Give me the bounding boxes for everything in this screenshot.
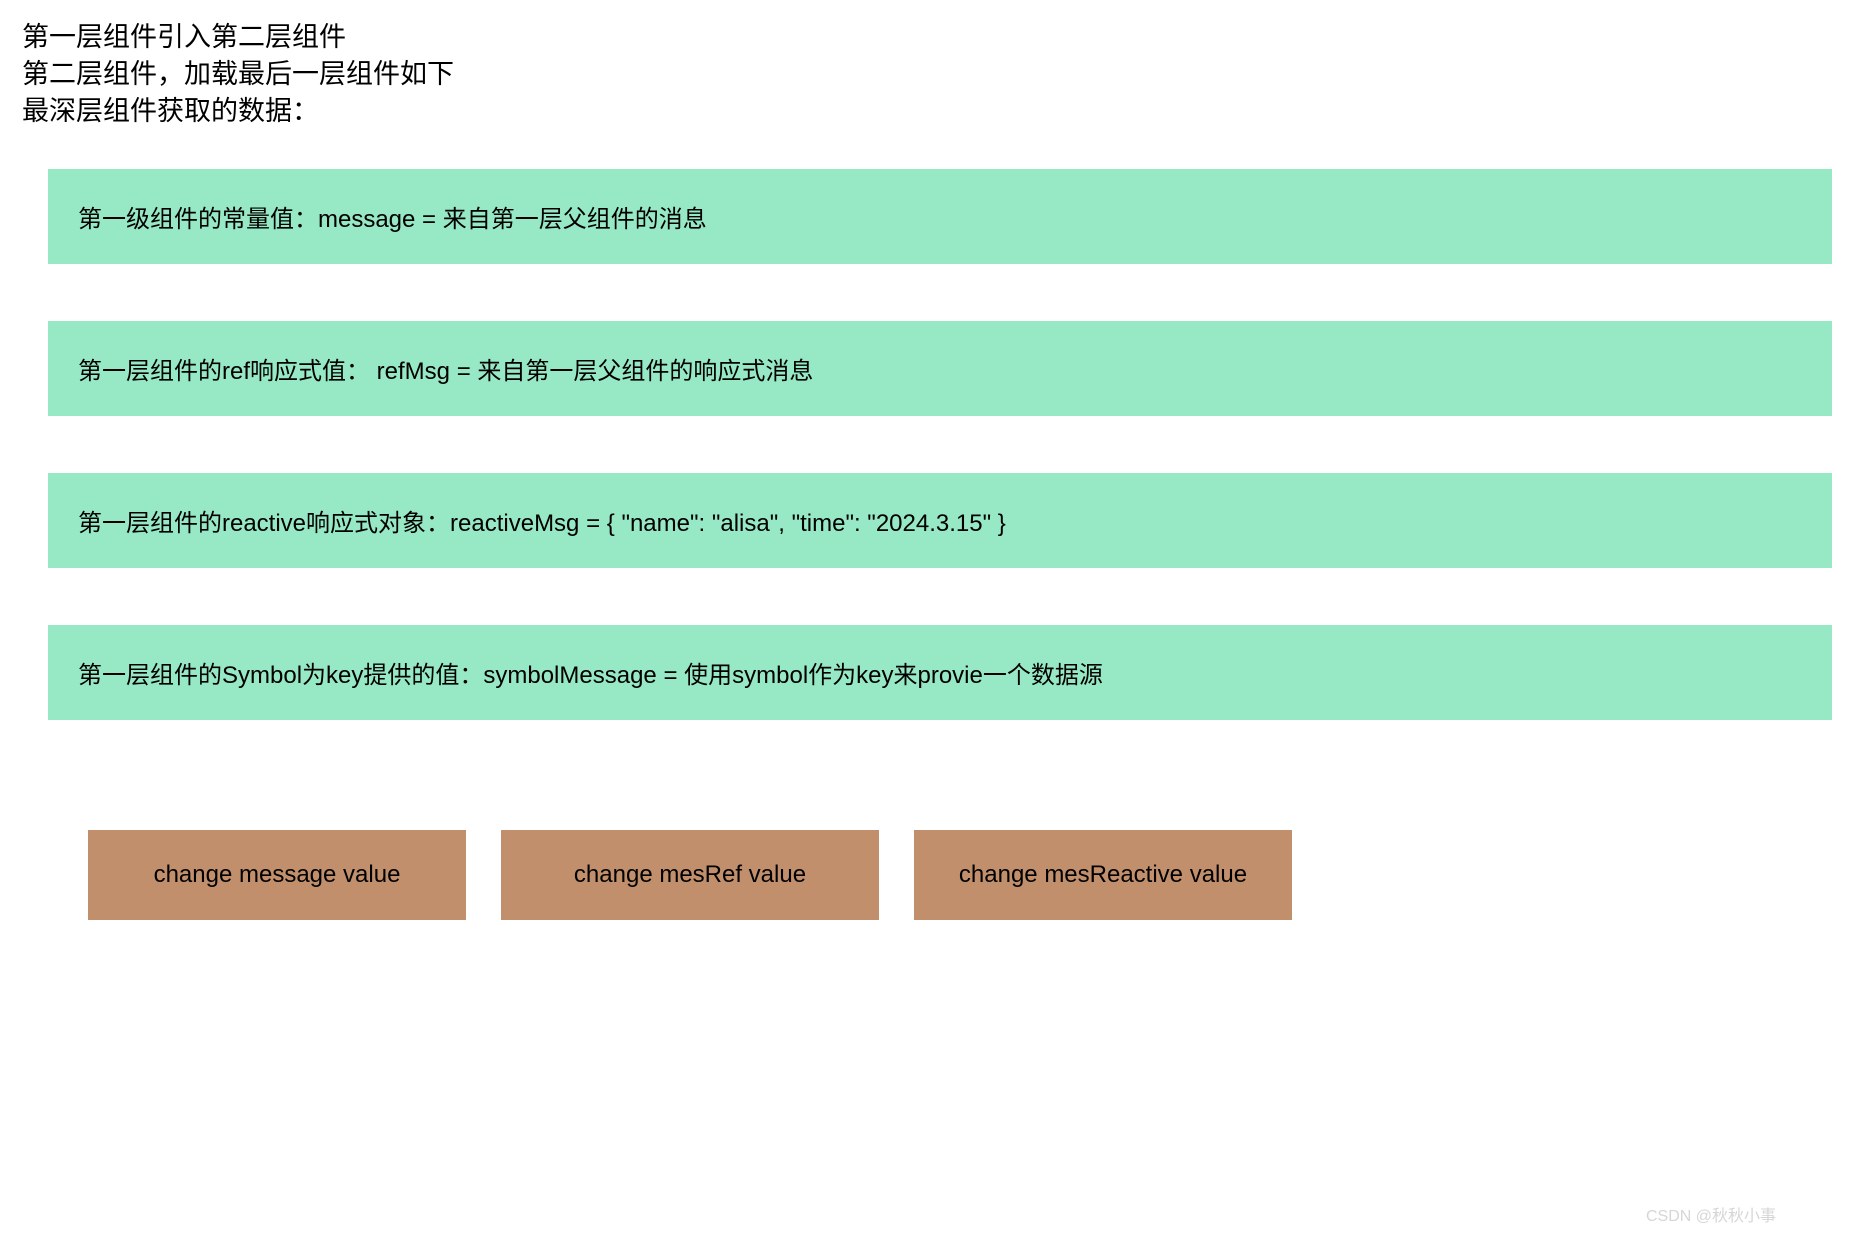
header-line-3: 最深层组件获取的数据： [22, 94, 1834, 129]
change-mesref-button[interactable]: change mesRef value [501, 830, 879, 920]
watermark-text: CSDN @秋秋小事 [1646, 1202, 1776, 1226]
info-box-refmsg: 第一层组件的ref响应式值： refMsg = 来自第一层父组件的响应式消息 [48, 321, 1832, 416]
change-message-button[interactable]: change message value [88, 830, 466, 920]
info-box-symbolmsg-text: 第一层组件的Symbol为key提供的值：symbolMessage = 使用s… [78, 655, 1103, 690]
info-box-reactivemsg-text: 第一层组件的reactive响应式对象：reactiveMsg = { "nam… [78, 503, 1006, 538]
change-mesreactive-button[interactable]: change mesReactive value [914, 830, 1292, 920]
info-box-symbolmsg: 第一层组件的Symbol为key提供的值：symbolMessage = 使用s… [48, 625, 1832, 720]
info-box-refmsg-text: 第一层组件的ref响应式值： refMsg = 来自第一层父组件的响应式消息 [78, 351, 813, 386]
header-line-1: 第一层组件引入第二层组件 [22, 20, 1834, 55]
page-container: 第一层组件引入第二层组件 第二层组件，加载最后一层组件如下 最深层组件获取的数据… [0, 0, 1856, 920]
header-line-2: 第二层组件，加载最后一层组件如下 [22, 57, 1834, 92]
header-text-block: 第一层组件引入第二层组件 第二层组件，加载最后一层组件如下 最深层组件获取的数据… [22, 20, 1834, 129]
button-row: change message value change mesRef value… [88, 830, 1834, 920]
info-box-message-text: 第一级组件的常量值：message = 来自第一层父组件的消息 [78, 199, 707, 234]
info-box-reactivemsg: 第一层组件的reactive响应式对象：reactiveMsg = { "nam… [48, 473, 1832, 568]
info-box-message: 第一级组件的常量值：message = 来自第一层父组件的消息 [48, 169, 1832, 264]
